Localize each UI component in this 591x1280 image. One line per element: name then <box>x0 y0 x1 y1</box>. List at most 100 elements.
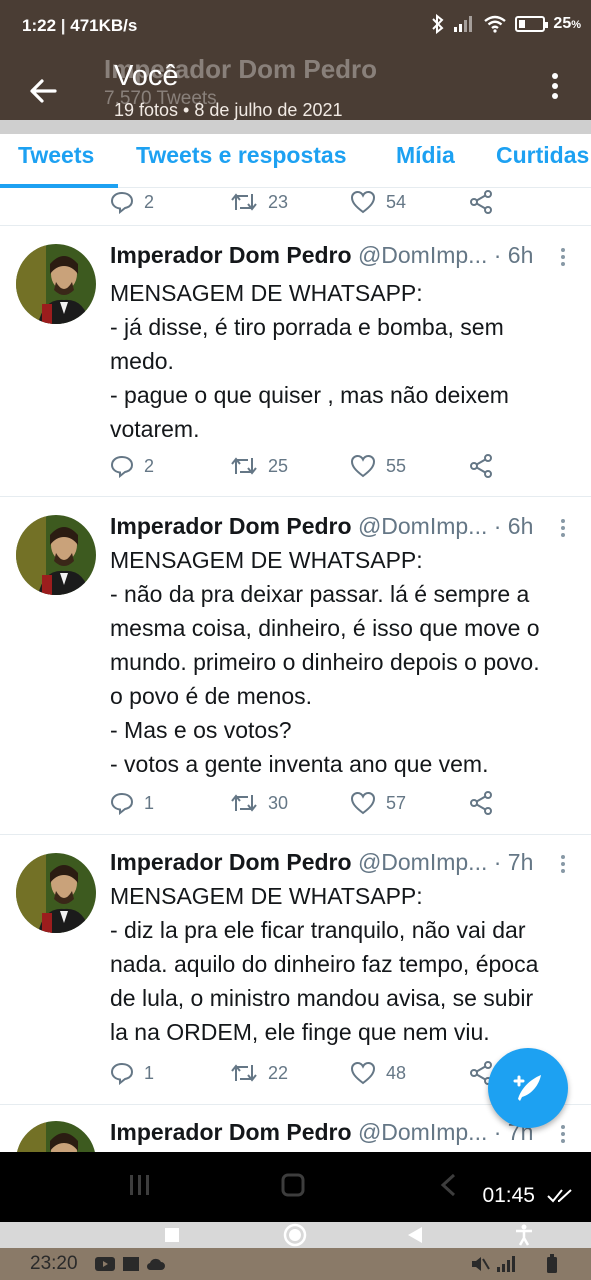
tweet[interactable]: Imperador Dom Pedro @DomImp... · 6h MENS… <box>0 497 591 835</box>
author-handle: @DomImp... <box>357 1119 488 1145</box>
like-count: 54 <box>386 191 407 212</box>
more-vertical-icon <box>561 1125 565 1143</box>
like-count: 48 <box>386 1062 407 1083</box>
tweet[interactable]: Imperador Dom Pedro @DomImp... · 6h MENS… <box>0 226 591 497</box>
tweet-time: · 6h <box>493 242 534 268</box>
retweet-button[interactable]: 30 <box>230 791 288 815</box>
reply-count: 2 <box>144 455 155 476</box>
bluetooth-icon <box>432 14 444 34</box>
tab-likes[interactable]: Curtidas <box>496 142 589 169</box>
share-icon <box>470 190 492 214</box>
reply-icon <box>110 792 134 815</box>
retweet-count: 22 <box>268 1062 289 1083</box>
profile-portrait-icon <box>16 853 96 933</box>
retweet-count: 25 <box>268 455 289 476</box>
tweet-header: Imperador Dom Pedro @DomImp... · 7h <box>110 849 533 876</box>
share-button[interactable] <box>468 454 494 478</box>
viewer-subtitle: 19 fotos • 8 de julho de 2021 <box>114 100 343 120</box>
like-button[interactable]: 48 <box>350 1061 406 1085</box>
tweet-actions: 1 30 57 <box>110 791 550 821</box>
tweet-options-button[interactable] <box>553 242 573 272</box>
like-icon <box>350 190 376 214</box>
retweet-count: 23 <box>268 191 289 212</box>
tweet-line: - não da pra deixar passar. lá é sempre … <box>110 581 530 607</box>
more-options-button[interactable] <box>543 66 567 106</box>
profile-portrait-icon <box>16 515 96 595</box>
reply-count: 1 <box>144 792 155 813</box>
tweet-line: mesma coisa, dinheiro, é isso que move o <box>110 615 540 641</box>
back-button[interactable] <box>22 70 64 112</box>
retweet-button[interactable]: 25 <box>230 454 288 478</box>
author-handle: @DomImp... <box>357 242 488 268</box>
partial-tweet: 2 23 54 <box>0 188 591 226</box>
battery-level: 25% <box>553 15 581 32</box>
reply-button[interactable]: 2 <box>110 190 154 214</box>
tweet-line: - pague o que quiser , mas não deixem <box>110 382 509 408</box>
battery-icon <box>547 1254 557 1273</box>
avatar[interactable] <box>16 853 96 933</box>
author-handle: @DomImp... <box>357 849 488 875</box>
home-square-icon[interactable] <box>280 1172 306 1198</box>
reply-icon <box>110 1062 134 1085</box>
tab-tweets-and-replies[interactable]: Tweets e respostas <box>136 142 347 169</box>
retweet-button[interactable]: 22 <box>230 1061 288 1085</box>
more-vertical-icon <box>561 519 565 537</box>
more-vertical-icon <box>552 73 558 99</box>
media-timestamp: 01:45 <box>482 1184 535 1207</box>
media-viewer-bar: 01:45 <box>0 1152 591 1222</box>
share-button[interactable] <box>468 791 494 815</box>
tweet-header: Imperador Dom Pedro @DomImp... · 7h <box>110 1119 533 1146</box>
share-icon <box>470 791 492 815</box>
profile-tabs: Tweets Tweets e respostas Mídia Curtidas <box>0 134 591 188</box>
reply-button[interactable]: 2 <box>110 454 154 478</box>
profile-portrait-icon <box>16 244 96 324</box>
like-button[interactable]: 57 <box>350 791 406 815</box>
wifi-icon <box>484 15 507 33</box>
retweet-count: 30 <box>268 792 289 813</box>
reply-count: 2 <box>144 191 155 212</box>
tweet-options-button[interactable] <box>553 1119 573 1149</box>
tweet-line: - diz la pra ele ficar tranquilo, não va… <box>110 917 526 943</box>
avatar[interactable] <box>16 515 96 595</box>
tweet-options-button[interactable] <box>553 849 573 879</box>
back-chevron-icon[interactable] <box>438 1172 458 1198</box>
recent-apps-icon[interactable] <box>164 1227 180 1243</box>
more-vertical-icon <box>561 248 565 266</box>
status-time-group: 1:22 | 471KB/s <box>22 16 137 36</box>
viewer-title: Você <box>114 60 179 92</box>
tweet-header: Imperador Dom Pedro @DomImp... · 6h <box>110 513 533 540</box>
author-name[interactable]: Imperador Dom Pedro <box>110 513 352 539</box>
tab-media[interactable]: Mídia <box>396 142 455 169</box>
reply-button[interactable]: 1 <box>110 791 154 815</box>
reply-button[interactable]: 1 <box>110 1061 154 1085</box>
like-icon <box>350 1061 376 1085</box>
retweet-button[interactable]: 23 <box>230 190 288 214</box>
tweet-line: votarem. <box>110 416 200 442</box>
share-button[interactable] <box>468 190 494 214</box>
like-button[interactable]: 55 <box>350 454 406 478</box>
like-count: 55 <box>386 455 407 476</box>
author-name[interactable]: Imperador Dom Pedro <box>110 242 352 268</box>
share-icon <box>470 454 492 478</box>
home-icon[interactable] <box>283 1223 307 1247</box>
recent-apps-icon[interactable] <box>128 1172 152 1198</box>
back-triangle-icon[interactable] <box>406 1226 424 1244</box>
tweet-time: · 6h <box>493 513 534 539</box>
screen: 1:22 | 471KB/s 25% Imperador Dom Pedro 7… <box>0 0 591 1280</box>
signal-icon <box>497 1256 515 1272</box>
tweet-line: nada. aquilo do dinheiro faz tempo, époc… <box>110 951 539 977</box>
compose-tweet-button[interactable] <box>488 1048 568 1128</box>
tweet-actions: 2 23 54 <box>110 190 550 220</box>
tweet-line: la na ORDEM, ele finge que nem viu. <box>110 1019 490 1045</box>
tweet-line: MENSAGEM DE WHATSAPP: <box>110 547 423 573</box>
accessibility-icon[interactable] <box>514 1224 534 1246</box>
author-name[interactable]: Imperador Dom Pedro <box>110 1119 352 1145</box>
tweet-options-button[interactable] <box>553 513 573 543</box>
author-name[interactable]: Imperador Dom Pedro <box>110 849 352 875</box>
reply-count: 1 <box>144 1062 155 1083</box>
avatar[interactable] <box>16 244 96 324</box>
like-button[interactable]: 54 <box>350 190 406 214</box>
tab-tweets[interactable]: Tweets <box>18 142 94 169</box>
author-handle: @DomImp... <box>357 513 488 539</box>
tweet-time: · 7h <box>493 849 534 875</box>
